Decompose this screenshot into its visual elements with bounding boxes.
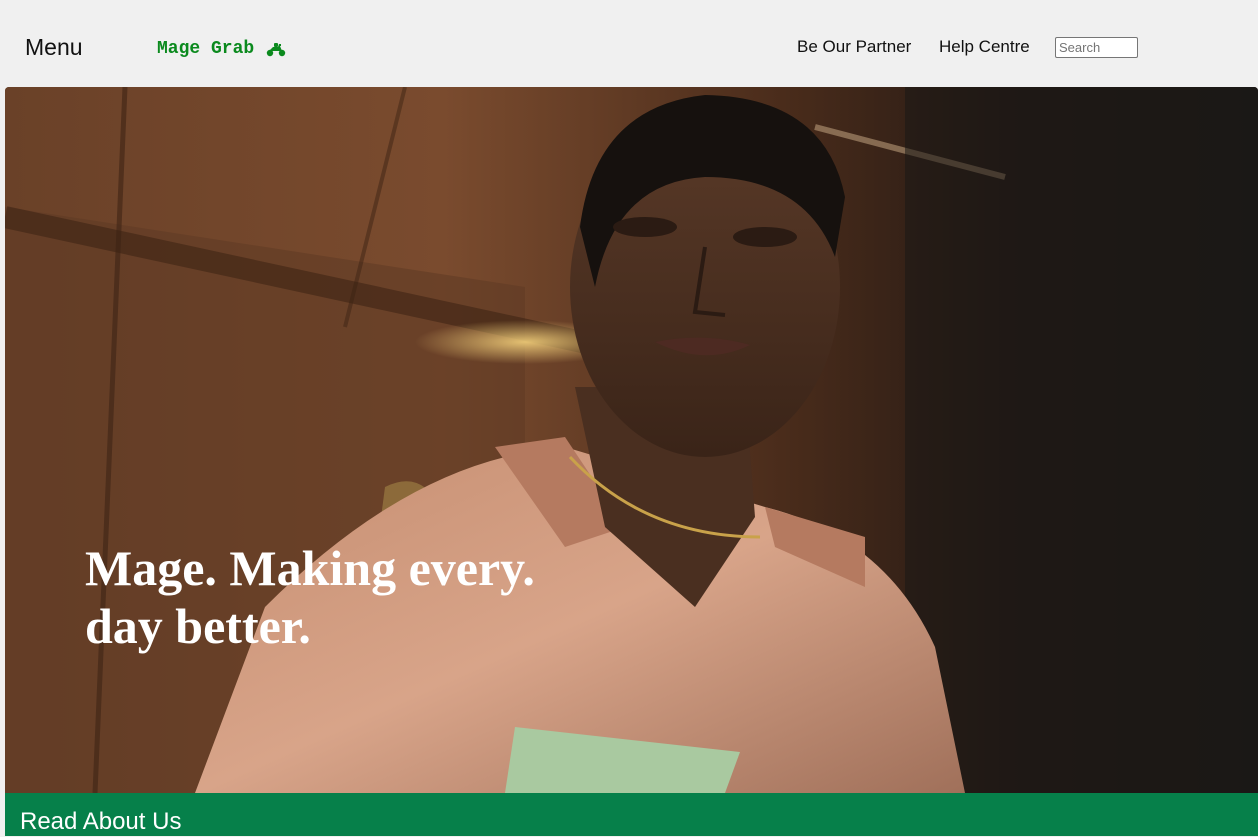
nav-help-centre[interactable]: Help Centre (939, 37, 1030, 57)
scooter-icon (266, 41, 286, 57)
hero-headline: Mage. Making every. day better. (85, 540, 535, 654)
brand-logo[interactable]: Mage Grab (157, 38, 286, 60)
menu-button[interactable]: Menu (25, 33, 83, 61)
site-header: Menu Mage Grab Be Our Partner Help Centr… (0, 0, 1258, 87)
brand-name: Mage Grab (157, 39, 255, 59)
search-input[interactable] (1055, 37, 1138, 58)
read-about-us-link[interactable]: Read About Us (20, 807, 181, 837)
hero-image (5, 87, 1258, 793)
hero-banner: Mage. Making every. day better. (5, 87, 1258, 793)
about-section-bar: Read About Us (5, 793, 1258, 836)
nav-be-our-partner[interactable]: Be Our Partner (797, 37, 911, 57)
